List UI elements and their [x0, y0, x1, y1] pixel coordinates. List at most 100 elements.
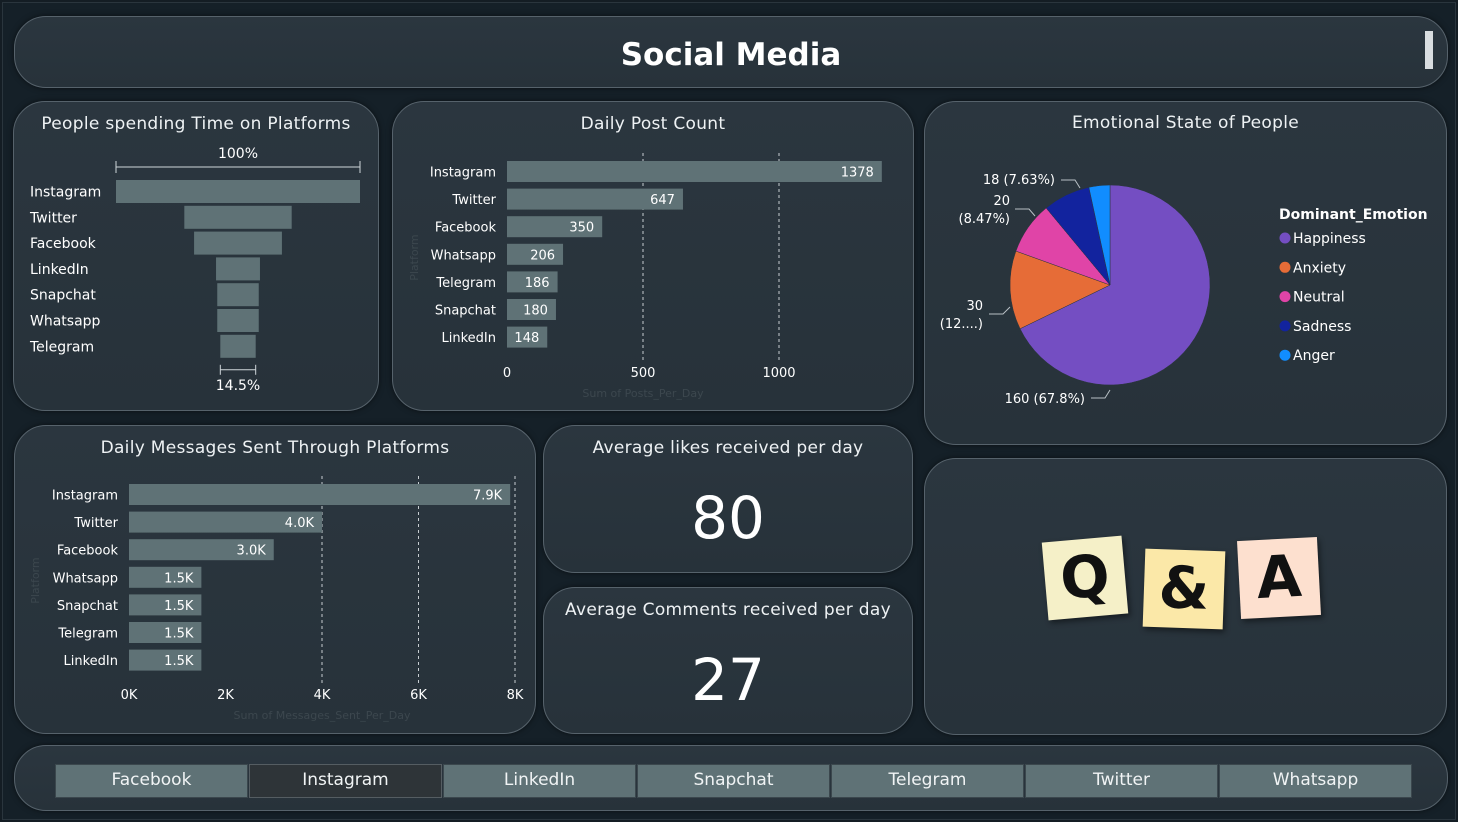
funnel-label-snapchat: Snapchat [30, 288, 96, 304]
posts-category-twitter: Twitter [451, 193, 496, 208]
pie-label-anxiety-percent: (12....) [940, 317, 983, 332]
slicer-linkedin-button[interactable]: LinkedIn [443, 764, 636, 798]
pie-label-happiness: 160 (67.8%) [1005, 392, 1085, 407]
posts-value-whatsapp: 206 [530, 248, 555, 263]
messages-value-instagram: 7.9K [473, 489, 503, 504]
pie-label-anxiety-value: 30 [966, 299, 983, 314]
qa-tile-ampersand: & [1142, 548, 1226, 630]
funnel-bar-linkedin [216, 257, 260, 281]
messages-value-linkedin: 1.5K [164, 654, 194, 669]
pie-legend-marker-anxiety [1279, 261, 1291, 273]
scrollbar-thumb[interactable] [1425, 31, 1433, 69]
slicer-snapchat-button[interactable]: Snapchat [637, 764, 830, 798]
posts-bar-instagram [507, 161, 882, 182]
posts-category-telegram: Telegram [435, 276, 496, 291]
likes-kpi-value: 80 [691, 484, 765, 552]
posts-value-instagram: 1378 [841, 166, 874, 181]
funnel-card: People spending Time on Platforms 100% In… [13, 101, 379, 411]
messages-tick-3: 6K [410, 688, 427, 703]
messages-bar-instagram [129, 484, 511, 505]
pie-leader-anxiety [989, 306, 1011, 315]
posts-value-linkedin: 148 [514, 331, 539, 346]
posts-y-axis-title: Platform [408, 234, 421, 280]
funnel-bar-instagram [116, 180, 360, 203]
posts-value-facebook: 350 [569, 221, 594, 236]
pie-legend-label-anger: Anger [1293, 348, 1335, 364]
messages-tick-0: 0K [121, 688, 138, 703]
slicer-telegram-button[interactable]: Telegram [831, 764, 1024, 798]
funnel-bar-facebook [194, 231, 282, 255]
messages-tick-1: 2K [217, 688, 234, 703]
posts-value-telegram: 186 [525, 276, 550, 291]
comments-kpi-card: Average Comments received per day 27 [543, 587, 913, 734]
posts-card: Daily Post Count 0 500 1000 Sum of Posts_Pe… [392, 101, 914, 411]
slicer-twitter-button[interactable]: Twitter [1025, 764, 1218, 798]
header-card: Social Media [14, 16, 1448, 88]
likes-kpi-card: Average likes received per day 80 [543, 425, 913, 573]
funnel-bar-telegram [220, 334, 256, 358]
messages-y-axis-title: Platform [29, 557, 42, 603]
posts-chart: 0 500 1000 Sum of Posts_Per_Day Platform Inst… [408, 153, 882, 400]
funnel-bar-twitter [184, 205, 292, 229]
platform-slicer: Facebook Instagram LinkedIn Snapchat Tel… [55, 764, 1413, 798]
pie-legend-marker-happiness [1279, 232, 1291, 244]
pie-leader-sadness [1061, 179, 1081, 189]
messages-category-instagram: Instagram [52, 489, 118, 504]
messages-value-twitter: 4.0K [285, 516, 315, 531]
funnel-chart: 100% Instagram Twitter Facebook LinkedIn Snap… [29, 146, 361, 394]
slicer-whatsapp-button[interactable]: Whatsapp [1219, 764, 1412, 798]
posts-category-facebook: Facebook [435, 221, 497, 236]
pie-label-sadness: 18 (7.63%) [983, 173, 1055, 188]
posts-tick-1: 500 [631, 366, 656, 381]
messages-x-axis-title: Sum of Messages_Sent_Per_Day [234, 709, 411, 722]
messages-tick-4: 8K [507, 688, 524, 703]
pie-legend-marker-anger [1279, 349, 1291, 361]
funnel-label-telegram: Telegram [29, 339, 94, 355]
funnel-bar-snapchat [217, 283, 259, 307]
messages-category-facebook: Facebook [57, 544, 119, 559]
emotions-pie-chart: 18 (7.63%) 20 (8.47%) 30 (12....) 160 (67.8%)… [940, 173, 1428, 407]
slicer-instagram-button[interactable]: Instagram [249, 764, 442, 798]
page-title: Social Media [620, 37, 842, 73]
messages-category-whatsapp: Whatsapp [53, 571, 118, 586]
qa-tile-a: A [1237, 536, 1321, 620]
messages-category-twitter: Twitter [73, 516, 118, 531]
pie-legend-label-neutral: Neutral [1293, 290, 1345, 306]
posts-category-whatsapp: Whatsapp [431, 248, 496, 263]
messages-value-telegram: 1.5K [164, 627, 194, 642]
funnel-label-instagram: Instagram [30, 185, 101, 201]
comments-kpi-value: 27 [691, 646, 765, 714]
funnel-top-percent: 100% [218, 146, 258, 162]
posts-x-axis-title: Sum of Posts_Per_Day [582, 387, 704, 400]
posts-category-snapchat: Snapchat [435, 304, 496, 319]
pie-legend-label-happiness: Happiness [1293, 231, 1366, 247]
pie-legend-marker-sadness [1279, 320, 1291, 332]
funnel-label-facebook: Facebook [30, 236, 97, 252]
funnel-bottom-percent: 14.5% [216, 378, 260, 394]
pie-legend-title: Dominant_Emotion [1279, 207, 1428, 223]
pie-label-neutral-value: 20 [993, 194, 1010, 209]
platform-slicer-card: Facebook Instagram LinkedIn Snapchat Tel… [14, 745, 1448, 811]
messages-category-snapchat: Snapchat [57, 599, 118, 614]
pie-leader-happiness [1091, 389, 1111, 399]
pie-legend-label-anxiety: Anxiety [1293, 260, 1346, 276]
messages-value-whatsapp: 1.5K [164, 571, 194, 586]
pie-leader-neutral [1015, 208, 1036, 217]
messages-chart: 0K 2K 4K 6K 8K Sum of Messages_Sent_Per_Day Pl… [29, 476, 524, 722]
emotions-card: Emotional State of People 18 (7.63%) 20 (8… [924, 101, 1447, 445]
posts-value-twitter: 647 [650, 193, 675, 208]
posts-value-snapchat: 180 [523, 304, 548, 319]
posts-tick-0: 0 [503, 366, 511, 381]
posts-tick-2: 1000 [762, 366, 795, 381]
slicer-facebook-button[interactable]: Facebook [55, 764, 248, 798]
posts-category-linkedin: LinkedIn [442, 331, 496, 346]
messages-value-snapchat: 1.5K [164, 599, 194, 614]
pie-label-neutral-percent: (8.47%) [959, 212, 1010, 227]
funnel-bar-whatsapp [217, 309, 259, 332]
qa-card: Q & A [924, 458, 1447, 735]
comments-kpi-title: Average Comments received per day [565, 600, 891, 620]
messages-tick-2: 4K [314, 688, 331, 703]
pie-legend-marker-neutral [1279, 291, 1291, 303]
pie-legend-label-sadness: Sadness [1293, 319, 1351, 335]
qa-tile-q: Q [1041, 535, 1129, 621]
